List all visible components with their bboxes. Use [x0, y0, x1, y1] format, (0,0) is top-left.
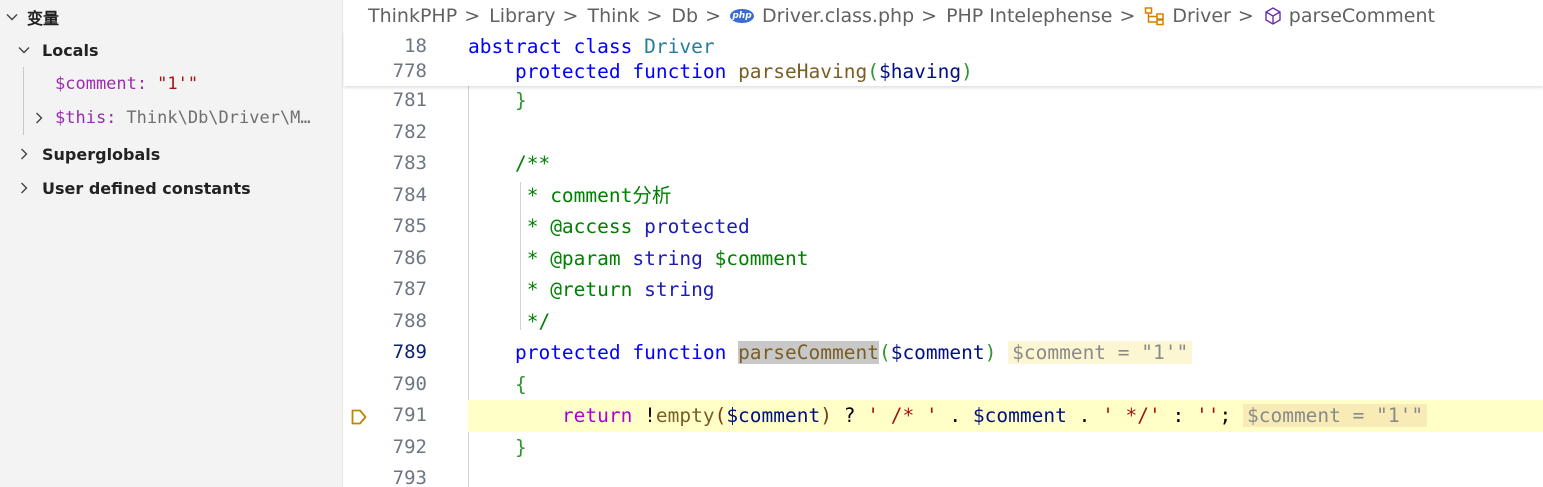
code-text: * @return string	[514, 278, 715, 301]
scope-superglobals[interactable]: Superglobals	[0, 137, 343, 171]
line-number: 783	[392, 152, 427, 174]
code-editor[interactable]: 18 abstract class Driver 778 protected f…	[344, 31, 1543, 487]
chevron-down-icon[interactable]	[3, 8, 21, 26]
sticky-scroll-header[interactable]: 18 abstract class Driver 778 protected f…	[344, 31, 1543, 86]
breadcrumb-item[interactable]: PHP Intelephense	[946, 5, 1112, 27]
variable-value: "1'"	[157, 74, 199, 94]
breadcrumb-item: Driver.class.php	[762, 4, 915, 27]
line-number: 782	[392, 120, 427, 143]
php-file-icon: php	[730, 8, 754, 23]
code-line[interactable]: 789 protected function parseComment($com…	[344, 337, 1543, 369]
current-execution-line[interactable]: 791 return !empty($comment) ? ' /* ' . $…	[344, 400, 1543, 432]
scope-superglobals-label: Superglobals	[42, 144, 161, 164]
line-number: 787	[392, 278, 427, 300]
code-text: * @access protected	[514, 215, 750, 238]
breadcrumb-item: Driver	[1172, 4, 1231, 27]
inline-value-hint: $comment = "1'"	[1008, 341, 1193, 364]
chevron-right-icon[interactable]	[15, 145, 33, 163]
code-line[interactable]: 784 * comment分析	[344, 180, 1543, 212]
scope-locals-label: Locals	[42, 40, 99, 60]
chevron-down-icon[interactable]	[15, 41, 33, 59]
breadcrumb-separator: >	[1237, 4, 1254, 27]
code-text: */	[514, 309, 551, 333]
inline-value-hint: $comment = "1'"	[1242, 404, 1428, 427]
variable-name: $comment:	[55, 74, 148, 94]
breadcrumb-separator: >	[646, 4, 663, 27]
chevron-right-icon[interactable]	[30, 109, 48, 127]
line-number: 791	[392, 404, 427, 426]
line-number: 778	[392, 60, 427, 82]
code-line[interactable]: 793	[344, 463, 1543, 487]
line-number: 785	[392, 215, 427, 237]
code-line[interactable]: 783 /**	[344, 148, 1543, 180]
code-line[interactable]: 785 * @access protected	[344, 211, 1543, 243]
line-number: 789	[392, 341, 427, 363]
code-line[interactable]: 786 * @param string $comment	[344, 243, 1543, 275]
breadcrumb-file[interactable]: php Driver.class.php	[730, 5, 914, 27]
code-text: * @param string $comment	[514, 246, 809, 270]
code-line[interactable]: 792 }	[344, 432, 1543, 464]
code-line[interactable]: 787 * @return string	[344, 274, 1543, 306]
line-number: 781	[392, 89, 427, 111]
method-symbol-icon	[1263, 6, 1283, 26]
line-number: 788	[392, 309, 427, 332]
line-number: 793	[392, 467, 427, 487]
breadcrumb-separator: >	[705, 4, 721, 27]
breadcrumb-item[interactable]: Db	[671, 5, 698, 27]
variable-value: Think\Db\Driver\M…	[126, 108, 311, 128]
scope-user-constants-label: User defined constants	[42, 178, 251, 198]
sticky-line[interactable]: 778 protected function parseHaving($havi…	[344, 57, 1543, 86]
breadcrumb-item[interactable]: ThinkPHP	[368, 5, 457, 27]
variables-panel: 变量 Locals $comment: "1'" $this: Think\Db…	[0, 0, 343, 487]
line-number: 786	[392, 246, 427, 269]
variables-section-header[interactable]: 变量	[0, 0, 343, 34]
code-line[interactable]: 781 }	[344, 85, 1543, 117]
variable-row-this[interactable]: $this: Think\Db\Driver\M…	[0, 101, 343, 135]
code-text: }	[514, 89, 527, 112]
scope-locals[interactable]: Locals	[0, 33, 343, 67]
code-text: /**	[514, 152, 551, 175]
scope-user-constants[interactable]: User defined constants	[0, 171, 343, 205]
code-text: protected function parseHaving($having)	[514, 60, 973, 83]
breadcrumb-separator: >	[921, 4, 938, 27]
variables-title: 变量	[27, 9, 60, 28]
code-line[interactable]: 788 */	[344, 306, 1543, 338]
breadcrumb-separator: >	[562, 4, 579, 27]
variable-name: $this:	[55, 108, 117, 128]
breadcrumb-method[interactable]: parseComment	[1263, 5, 1435, 27]
code-text: }	[514, 435, 527, 459]
code-text: return !empty($comment) ? ' /* ' . $comm…	[468, 400, 1428, 432]
variable-row-comment[interactable]: $comment: "1'"	[0, 67, 343, 101]
code-text: * comment分析	[514, 183, 672, 207]
breadcrumb-separator: >	[1119, 4, 1136, 27]
breadcrumb-item: parseComment	[1288, 4, 1435, 27]
line-number: 790	[392, 372, 427, 395]
class-symbol-icon	[1144, 6, 1166, 26]
code-line[interactable]: 790 {	[344, 369, 1543, 401]
code-text: {	[514, 372, 527, 396]
breadcrumb: ThinkPHP > Library > Think > Db > php Dr…	[344, 0, 1543, 31]
code-text: protected function parseComment($comment…	[468, 337, 1193, 369]
chevron-right-icon[interactable]	[15, 179, 33, 197]
breadcrumb-class[interactable]: Driver	[1144, 4, 1231, 27]
breadcrumb-separator: >	[464, 4, 481, 27]
line-number: 784	[392, 183, 427, 206]
breadcrumb-item[interactable]: Library	[489, 5, 555, 27]
code-line[interactable]: 782	[344, 117, 1543, 149]
line-number: 792	[392, 435, 427, 458]
breadcrumb-item[interactable]: Think	[587, 5, 639, 27]
